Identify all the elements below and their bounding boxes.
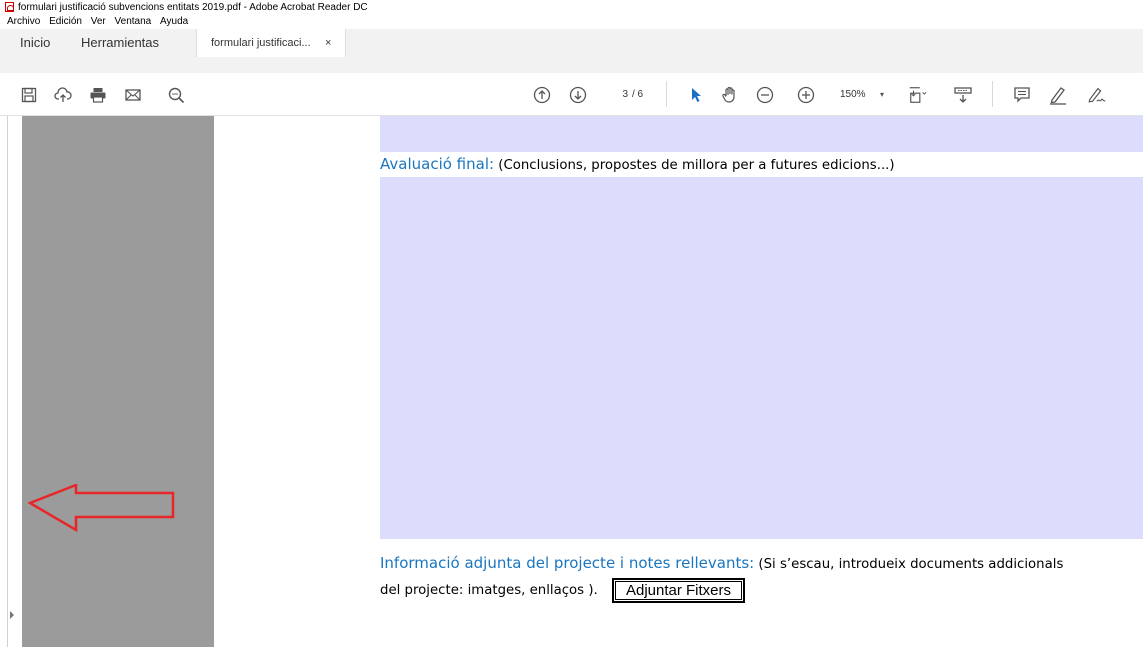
tab-document-label: formulari justificaci...	[211, 37, 311, 49]
toolbar-divider	[666, 81, 667, 107]
zoom-in-icon[interactable]	[796, 85, 816, 105]
toolbar: 3 / 6 150% ▾	[0, 73, 1143, 116]
document-page: Avaluació final: (Conclusions, propostes…	[214, 116, 1143, 647]
section-heading-attachments: Informació adjunta del projecte i notes …	[380, 553, 1063, 575]
toolbar-divider	[992, 81, 993, 107]
zoom-out-icon[interactable]	[755, 85, 775, 105]
select-cursor-icon[interactable]	[686, 85, 706, 105]
comment-icon[interactable]	[1012, 85, 1032, 105]
menu-ayuda[interactable]: Ayuda	[160, 16, 188, 27]
navigation-panel	[22, 116, 214, 647]
final-evaluation-field[interactable]	[380, 177, 1143, 539]
left-strip	[0, 116, 22, 647]
red-arrow-annotation	[28, 484, 175, 533]
zoom-level-select[interactable]: 150%	[840, 87, 866, 103]
tab-bar: Inicio Herramientas formulari justificac…	[0, 29, 1143, 73]
email-icon[interactable]	[123, 85, 143, 105]
section-note-continued: del projecte: imatges, enllaços ).	[380, 583, 598, 598]
strip-divider	[7, 116, 8, 647]
tab-tools[interactable]: Herramientas	[81, 29, 159, 73]
tab-home[interactable]: Inicio	[20, 29, 50, 73]
window-title: formulari justificació subvencions entit…	[18, 2, 368, 13]
attach-files-label: Adjuntar Fitxers	[615, 581, 742, 600]
form-field-top[interactable]	[380, 116, 1143, 152]
tab-document[interactable]: formulari justificaci... ×	[196, 29, 346, 57]
sign-icon[interactable]	[1087, 85, 1107, 105]
menu-archivo[interactable]: Archivo	[7, 16, 40, 27]
menu-ventana[interactable]: Ventana	[115, 16, 152, 27]
highlight-pen-icon[interactable]	[1048, 85, 1068, 105]
page-down-icon[interactable]	[568, 85, 588, 105]
menu-bar: Archivo Edición Ver Ventana Ayuda	[0, 15, 1143, 29]
chevron-down-icon[interactable]: ▾	[880, 87, 884, 103]
page-fit-icon[interactable]	[908, 85, 928, 105]
section-title: Informació adjunta del projecte i notes …	[380, 554, 755, 572]
hand-icon[interactable]	[720, 85, 740, 105]
upload-icon[interactable]	[53, 85, 73, 105]
section-heading-final-evaluation: Avaluació final: (Conclusions, propostes…	[380, 154, 895, 176]
section-note: (Si s’escau, introdueix documents addici…	[754, 557, 1064, 572]
page-total: / 6	[632, 89, 644, 100]
scroll-mode-icon[interactable]	[953, 85, 973, 105]
save-icon[interactable]	[19, 85, 39, 105]
menu-ver[interactable]: Ver	[91, 16, 106, 27]
print-icon[interactable]	[88, 85, 108, 105]
search-icon[interactable]	[166, 85, 186, 105]
expand-panel-icon[interactable]	[10, 611, 14, 619]
close-tab-icon[interactable]: ×	[325, 29, 331, 57]
attach-files-button[interactable]: Adjuntar Fitxers	[612, 578, 745, 603]
pdf-file-icon	[5, 2, 14, 12]
title-bar: formulari justificació subvencions entit…	[0, 0, 1143, 15]
page-up-icon[interactable]	[532, 85, 552, 105]
menu-edicion[interactable]: Edición	[49, 16, 82, 27]
page-number-input[interactable]: 3	[606, 87, 628, 103]
section-note: (Conclusions, propostes de millora per a…	[494, 158, 895, 173]
section-title: Avaluació final:	[380, 155, 495, 173]
